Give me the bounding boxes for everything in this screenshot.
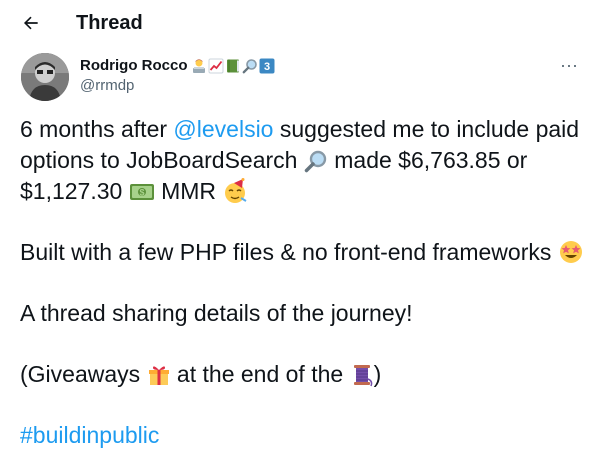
green-book-icon bbox=[226, 59, 239, 73]
svg-text:$: $ bbox=[139, 188, 144, 198]
ellipsis-icon: ··· bbox=[560, 54, 578, 75]
name-emojis: 3 bbox=[191, 58, 276, 74]
tweet-paragraph: #buildinpublic bbox=[20, 420, 590, 451]
partying-face-icon bbox=[225, 178, 247, 203]
display-name[interactable]: Rodrigo Rocco bbox=[80, 56, 188, 76]
tweet-paragraph: (Giveaways at the end of the ) bbox=[20, 359, 590, 390]
page-title: Thread bbox=[76, 12, 143, 34]
tweet-text: 6 months after @levelsio suggested me to… bbox=[20, 114, 590, 451]
tweet-paragraph: A thread sharing details of the journey! bbox=[20, 298, 590, 329]
magnifying-glass-icon bbox=[242, 59, 257, 74]
tweet-paragraph: Built with a few PHP files & no front-en… bbox=[20, 237, 590, 268]
tweet-author: Rodrigo Rocco 3 @rrmdp ··· bbox=[16, 50, 586, 101]
display-name-row: Rodrigo Rocco 3 bbox=[80, 56, 276, 76]
chart-increasing-icon bbox=[208, 58, 223, 74]
tweet-text-segment: A thread sharing details of the journey! bbox=[20, 300, 413, 326]
thread-spool-icon bbox=[353, 365, 372, 387]
keycap-3-icon: 3 bbox=[259, 58, 274, 74]
user-handle[interactable]: @rrmdp bbox=[80, 76, 134, 96]
wrapped-gift-icon bbox=[148, 366, 169, 385]
hashtag-link[interactable]: #buildinpublic bbox=[20, 422, 159, 448]
technologist-icon bbox=[192, 59, 205, 73]
tweet-text-segment: 6 months after bbox=[20, 116, 174, 142]
tweet-text-segment: MMR bbox=[154, 178, 223, 204]
star-struck-icon bbox=[559, 241, 582, 263]
back-button[interactable] bbox=[14, 6, 48, 40]
avatar-image bbox=[21, 53, 69, 101]
tweet-text-segment: ) bbox=[373, 361, 382, 387]
dollar-banknote-icon: $ bbox=[129, 184, 154, 200]
more-options-button[interactable]: ··· bbox=[552, 52, 586, 78]
tweet-text-segment: at the end of the bbox=[170, 361, 350, 387]
svg-text:3: 3 bbox=[263, 61, 269, 73]
avatar[interactable] bbox=[21, 53, 69, 101]
tweet-paragraph: 6 months after @levelsio suggested me to… bbox=[20, 114, 590, 207]
tweet-text-segment: (Giveaways bbox=[20, 361, 147, 387]
mention-link[interactable]: @levelsio bbox=[173, 116, 273, 142]
thread-header: Thread bbox=[0, 0, 599, 46]
tweet-text-segment: Built with a few PHP files & no front-en… bbox=[20, 239, 558, 265]
magnifying-glass-icon bbox=[304, 150, 327, 173]
arrow-left-icon bbox=[23, 16, 38, 30]
